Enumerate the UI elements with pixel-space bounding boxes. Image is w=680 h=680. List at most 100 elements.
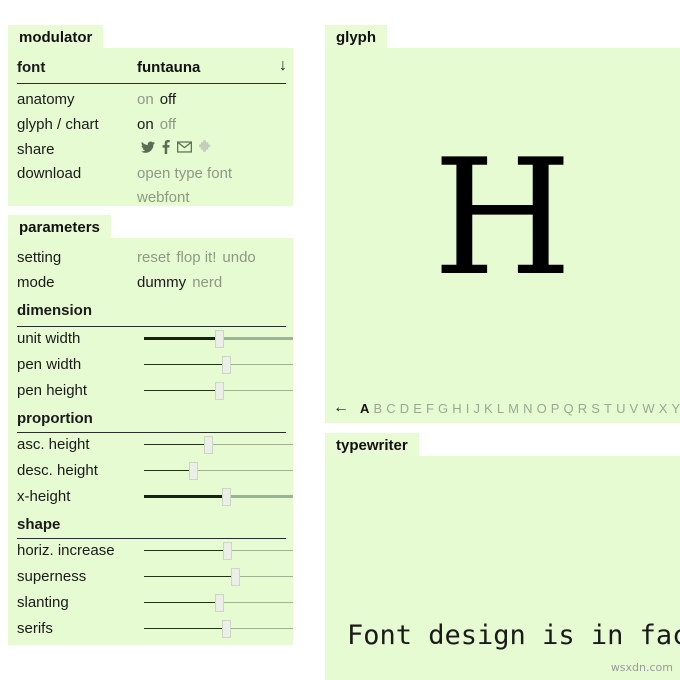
alpha-D[interactable]: D (400, 401, 409, 416)
pen-width-label: pen width (17, 356, 82, 373)
alpha-A[interactable]: A (360, 401, 369, 416)
alpha-R[interactable]: R (578, 401, 587, 416)
setting-actions: reset flop it! undo (137, 249, 256, 266)
arrow-left-icon[interactable]: ← (333, 399, 349, 417)
unit-width-fill (144, 337, 219, 340)
alpha-T[interactable]: T (604, 401, 612, 416)
alpha-Y[interactable]: Y (671, 401, 680, 416)
alpha-C[interactable]: C (386, 401, 395, 416)
anatomy-label: anatomy (17, 91, 75, 108)
alpha-J[interactable]: J (473, 401, 480, 416)
desc-height-knob[interactable] (189, 462, 199, 480)
alpha-P[interactable]: P (551, 401, 560, 416)
share-icons (141, 140, 213, 154)
unit-width-knob[interactable] (214, 330, 224, 348)
download-options: open type font (137, 165, 232, 182)
typewriter-panel: Font design is in fac when you make mis (325, 456, 680, 680)
alpha-G[interactable]: G (438, 401, 448, 416)
x-height-label: x-height (17, 488, 71, 505)
asc-height-fill (144, 444, 209, 445)
desc-height-slider[interactable] (144, 458, 293, 484)
pen-height-slider[interactable] (144, 378, 293, 404)
alpha-O[interactable]: O (537, 401, 547, 416)
app-root: modulator font funtauna ↓ anatomy on off … (0, 0, 680, 680)
row-anatomy: anatomy on off (8, 87, 293, 113)
serifs-knob[interactable] (221, 620, 231, 638)
unit-width-label: unit width (17, 330, 81, 347)
glyph-chart-on[interactable]: on (137, 116, 154, 133)
alpha-L[interactable]: L (497, 401, 504, 416)
group-title-dimension: dimension (8, 298, 293, 324)
pen-width-knob[interactable] (221, 356, 231, 374)
superness-fill (144, 576, 235, 577)
superness-knob[interactable] (230, 568, 240, 586)
arrow-down-icon[interactable]: ↓ (279, 57, 287, 75)
x-height-knob[interactable] (221, 488, 231, 506)
unit-width-slider[interactable] (144, 326, 293, 352)
alpha-Q[interactable]: Q (564, 401, 574, 416)
alpha-S[interactable]: S (591, 401, 600, 416)
glyph-display[interactable]: H (325, 48, 680, 388)
alpha-W[interactable]: W (642, 401, 654, 416)
slider-row-horiz-increase: horiz. increase (8, 538, 293, 564)
pen-width-slider[interactable] (144, 352, 293, 378)
mode-dummy[interactable]: dummy (137, 274, 186, 291)
twitter-icon[interactable] (141, 141, 155, 154)
dimension-title: dimension (17, 302, 93, 319)
alpha-E[interactable]: E (413, 401, 422, 416)
typewriter-text[interactable]: Font design is in fac when you make mis (347, 508, 680, 680)
horiz-increase-knob[interactable] (223, 542, 233, 560)
asc-height-knob[interactable] (204, 436, 214, 454)
alpha-B[interactable]: B (373, 401, 382, 416)
row-mode: mode dummy nerd (8, 270, 293, 296)
alpha-U[interactable]: U (616, 401, 625, 416)
puzzle-icon[interactable] (199, 140, 213, 154)
alpha-F[interactable]: F (426, 401, 434, 416)
serifs-slider[interactable] (144, 616, 293, 642)
font-name-text: funtauna (137, 59, 201, 76)
horiz-increase-label: horiz. increase (17, 542, 115, 559)
mode-nerd[interactable]: nerd (192, 274, 222, 291)
slider-row-serifs: serifs (8, 616, 293, 642)
slider-row-asc-height: asc. height (8, 432, 293, 458)
download-opentype[interactable]: open type font (137, 165, 232, 182)
horiz-increase-fill (144, 550, 228, 551)
glyph-chart-label: glyph / chart (17, 116, 99, 133)
glyph-character: H (432, 124, 573, 311)
slanting-label: slanting (17, 594, 69, 611)
alpha-K[interactable]: K (484, 401, 493, 416)
slider-row-x-height: x-height (8, 484, 293, 510)
watermark: wsxdn.com (610, 661, 673, 674)
alpha-M[interactable]: M (508, 401, 519, 416)
font-name[interactable]: funtauna (137, 59, 200, 76)
asc-height-slider[interactable] (144, 432, 293, 458)
anatomy-off[interactable]: off (160, 91, 176, 108)
email-icon[interactable] (177, 141, 192, 153)
font-header-row[interactable]: font funtauna ↓ (8, 55, 293, 81)
alpha-I[interactable]: I (466, 401, 470, 416)
setting-reset[interactable]: reset (137, 249, 170, 266)
horiz-increase-slider[interactable] (144, 538, 293, 564)
setting-undo[interactable]: undo (222, 249, 255, 266)
pen-height-fill (144, 390, 219, 391)
serifs-fill (144, 628, 226, 629)
download-webfont[interactable]: webfont (137, 189, 190, 206)
alpha-H[interactable]: H (452, 401, 461, 416)
alpha-N[interactable]: N (523, 401, 532, 416)
glyph-chart-off[interactable]: off (160, 116, 176, 133)
x-height-slider[interactable] (144, 484, 293, 510)
superness-label: superness (17, 568, 87, 585)
alpha-V[interactable]: V (630, 401, 639, 416)
slider-row-pen-height: pen height (8, 378, 293, 404)
superness-slider[interactable] (144, 564, 293, 590)
slanting-slider[interactable] (144, 590, 293, 616)
desc-height-fill (144, 470, 194, 471)
anatomy-on[interactable]: on (137, 91, 154, 108)
alpha-X[interactable]: X (659, 401, 668, 416)
facebook-icon[interactable] (162, 140, 170, 154)
slanting-fill (144, 602, 219, 603)
share-label: share (17, 141, 55, 158)
setting-flop-it[interactable]: flop it! (176, 249, 216, 266)
slanting-knob[interactable] (214, 594, 224, 612)
pen-height-knob[interactable] (214, 382, 224, 400)
